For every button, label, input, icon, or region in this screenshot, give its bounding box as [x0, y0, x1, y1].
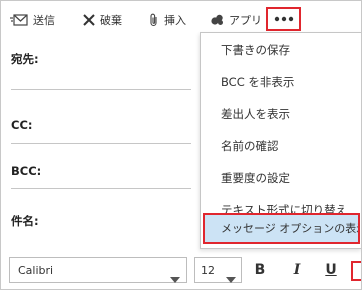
cc-field[interactable]: CC:	[11, 118, 191, 158]
menu-item-check-names[interactable]: 名前の確認	[201, 130, 361, 162]
send-icon	[10, 13, 28, 27]
paperclip-icon	[149, 13, 159, 27]
bold-button[interactable]: B	[249, 259, 271, 281]
menu-item-set-importance[interactable]: 重要度の設定	[201, 162, 361, 194]
more-options-menu: 下書きの保存 BCC を非表示 差出人を表示 名前の確認 重要度の設定 テキスト…	[200, 32, 361, 249]
send-button[interactable]: 送信	[10, 9, 55, 31]
close-icon	[83, 14, 95, 26]
insert-label: 挿入	[164, 14, 186, 27]
format-bar: Calibri 12 B I U	[1, 253, 361, 289]
apps-label: アプリ	[229, 14, 262, 27]
apps-button[interactable]: アプリ	[211, 9, 262, 31]
to-underline	[11, 89, 191, 90]
font-size-select[interactable]: 12	[194, 257, 242, 283]
discard-button[interactable]: 破棄	[83, 9, 122, 31]
menu-item-save-draft[interactable]: 下書きの保存	[201, 34, 361, 66]
to-label: 宛先:	[11, 52, 39, 66]
more-options-button[interactable]	[266, 7, 301, 31]
send-label: 送信	[33, 14, 55, 27]
bcc-label: BCC:	[11, 164, 42, 178]
insert-button[interactable]: 挿入	[149, 9, 186, 31]
bcc-field[interactable]: BCC:	[11, 164, 191, 204]
menu-item-hide-bcc[interactable]: BCC を非表示	[201, 66, 361, 98]
compose-window: 送信 破棄 挿入 アプリ 宛先: CC: BCC: 件名: Calibri 12…	[0, 0, 362, 290]
chevron-down-icon	[170, 268, 180, 287]
discard-label: 破棄	[100, 14, 122, 27]
menu-item-show-from[interactable]: 差出人を表示	[201, 98, 361, 130]
format-more-button[interactable]	[351, 261, 361, 281]
menu-item-show-message-options[interactable]: メッセージ オプションの表示...	[203, 213, 360, 244]
underline-button[interactable]: U	[320, 259, 342, 281]
cc-underline	[11, 143, 191, 144]
chevron-down-icon	[226, 268, 236, 287]
font-size-value: 12	[201, 264, 215, 277]
font-family-select[interactable]: Calibri	[9, 257, 187, 283]
apps-icon	[211, 14, 224, 26]
bcc-underline	[11, 188, 191, 189]
to-field[interactable]: 宛先:	[11, 51, 191, 91]
more-horizontal-icon	[274, 16, 294, 22]
subject-label: 件名:	[11, 214, 39, 228]
subject-field[interactable]: 件名:	[11, 213, 191, 253]
font-family-value: Calibri	[18, 264, 54, 277]
italic-button[interactable]: I	[286, 259, 308, 281]
cc-label: CC:	[11, 118, 33, 132]
